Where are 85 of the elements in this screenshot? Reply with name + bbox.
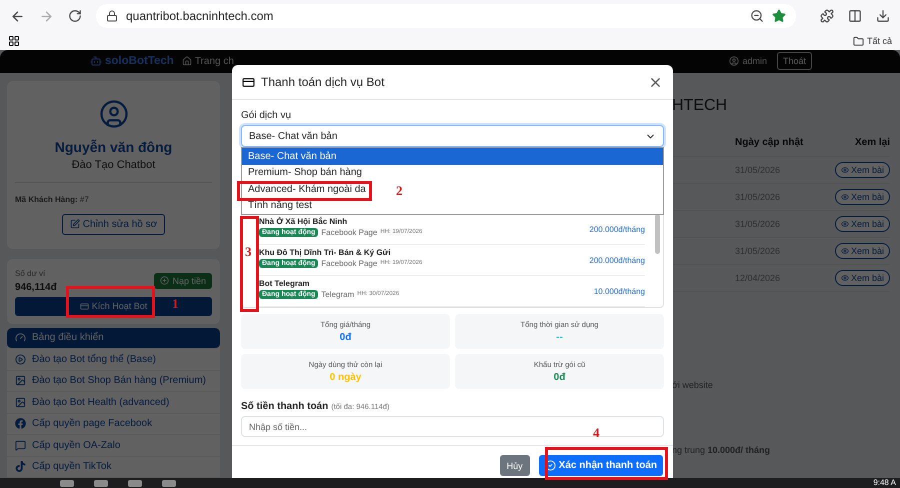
zoom-out-icon[interactable] <box>750 9 764 23</box>
view-post-button[interactable]: Xem bài <box>834 162 890 178</box>
wallet-balance: 946,114đ <box>15 282 58 292</box>
platform-text: Facebook Page <box>321 258 378 268</box>
wallet-label: Số dư ví <box>15 268 46 278</box>
user-icon <box>729 56 740 66</box>
eye-icon <box>840 192 849 200</box>
package-select[interactable]: Base- Chat văn bản <box>241 125 664 147</box>
taskbar-app-icon[interactable] <box>94 480 108 486</box>
apps-icon[interactable] <box>8 35 20 47</box>
eye-icon <box>840 246 849 254</box>
robot-icon <box>90 55 102 68</box>
play-circle-icon <box>15 354 26 365</box>
sidebar-item[interactable]: Cấp quyền TikTok <box>7 456 220 478</box>
bot-name: Bot Telegram <box>259 278 310 288</box>
card-icon <box>242 76 255 88</box>
bookmark-folder[interactable]: Tất cả <box>852 36 892 46</box>
cancel-button[interactable]: Hủy <box>500 455 530 476</box>
address-bar[interactable]: quantribot.bacninhtech.com <box>96 4 796 28</box>
top-up-button[interactable]: Nạp tiền <box>154 272 212 288</box>
nav-link[interactable]: Trang ch <box>182 56 234 67</box>
bot-price: 200.000đ/tháng <box>589 224 645 234</box>
sidebar-item[interactable]: Cấp quyền page Facebook <box>7 414 220 435</box>
plus-icon <box>160 276 170 285</box>
bot-price: 10.000đ/tháng <box>594 286 645 296</box>
dropdown-option[interactable]: Base- Chat văn bản <box>242 148 663 164</box>
bot-name: Khu Đô Thị Dĩnh Trì- Bán & Ký Gửi <box>259 248 391 256</box>
stat-value: 0đ <box>554 372 566 383</box>
column-header: Xem lại <box>854 137 890 148</box>
column-header: Ngày cập nhật <box>735 137 804 148</box>
annotation-number: 1 <box>172 296 178 312</box>
profile-role: Đào Tạo Chatbot <box>72 158 156 170</box>
edit-profile-button[interactable]: Chỉnh sửa hồ sơ <box>62 214 166 234</box>
dialog-title: Thanh toán dịch vụ Bot <box>261 75 386 89</box>
view-post-button[interactable]: Xem bài <box>834 188 890 204</box>
taskbar-app-icon[interactable] <box>162 480 176 486</box>
lock-icon <box>106 10 118 22</box>
sidebar-item[interactable]: Đào tạo Bot Shop Bán hàng (Premium) <box>7 370 220 392</box>
home-icon <box>182 56 192 66</box>
star-icon[interactable] <box>772 9 786 23</box>
tiktok-icon <box>15 461 26 472</box>
field-label: Số tiền thanh toán <box>241 401 328 412</box>
chat-icon <box>15 440 26 451</box>
eye-icon <box>840 220 849 228</box>
stat-value: 0đ <box>340 332 352 343</box>
stat-value: -- <box>556 332 563 343</box>
field-label: Gói dịch vụ <box>241 110 292 121</box>
confirm-payment-button[interactable]: Xác nhận thanh toán <box>538 455 663 476</box>
annotation-number: 3 <box>245 244 252 260</box>
view-post-button[interactable]: Xem bài <box>834 242 890 258</box>
logo[interactable]: soloBotTech <box>90 55 174 68</box>
eye-icon <box>840 166 849 174</box>
reload-icon[interactable] <box>68 9 82 23</box>
facebook-icon <box>15 418 26 430</box>
logout-button[interactable]: Thoát <box>776 52 812 70</box>
page-heading: HTECH <box>672 96 728 114</box>
extensions-icon[interactable] <box>820 9 834 23</box>
avatar-icon <box>98 98 128 128</box>
annotation-number: 2 <box>396 183 402 199</box>
image-icon <box>15 396 26 408</box>
customer-id: Mã Khách Hàng: #7 <box>15 194 89 204</box>
profile-name: Nguyễn văn đông <box>54 138 172 154</box>
platform-text: Facebook Page <box>321 228 378 236</box>
clock-text: 9:48 A <box>873 479 896 487</box>
split-view-icon[interactable] <box>848 9 862 23</box>
url-text: quantribot.bacninhtech.com <box>126 9 274 23</box>
view-post-button[interactable]: Xem bài <box>834 216 890 232</box>
back-icon[interactable] <box>10 8 25 24</box>
image-icon <box>15 375 26 386</box>
card-icon <box>80 302 89 310</box>
view-post-button[interactable]: Xem bài <box>834 270 890 286</box>
scrollbar-thumb[interactable] <box>655 214 660 254</box>
bot-price: 200.000đ/tháng <box>589 256 645 264</box>
user-menu[interactable]: admin <box>729 56 767 66</box>
platform-text: Telegram <box>321 290 354 298</box>
taskbar-app-icon[interactable] <box>128 480 142 486</box>
download-icon[interactable] <box>876 9 890 23</box>
eye-icon <box>840 274 849 282</box>
edit-icon <box>70 219 80 229</box>
bot-name: Nhà Ở Xã Hội Bắc Ninh <box>259 216 348 226</box>
gauge-icon <box>15 332 26 344</box>
stat-value: 0 ngày <box>330 372 362 383</box>
folder-icon <box>852 36 864 46</box>
sidebar-item[interactable]: Bảng điều khiển <box>7 328 220 349</box>
taskbar-app-icon[interactable] <box>60 480 74 486</box>
